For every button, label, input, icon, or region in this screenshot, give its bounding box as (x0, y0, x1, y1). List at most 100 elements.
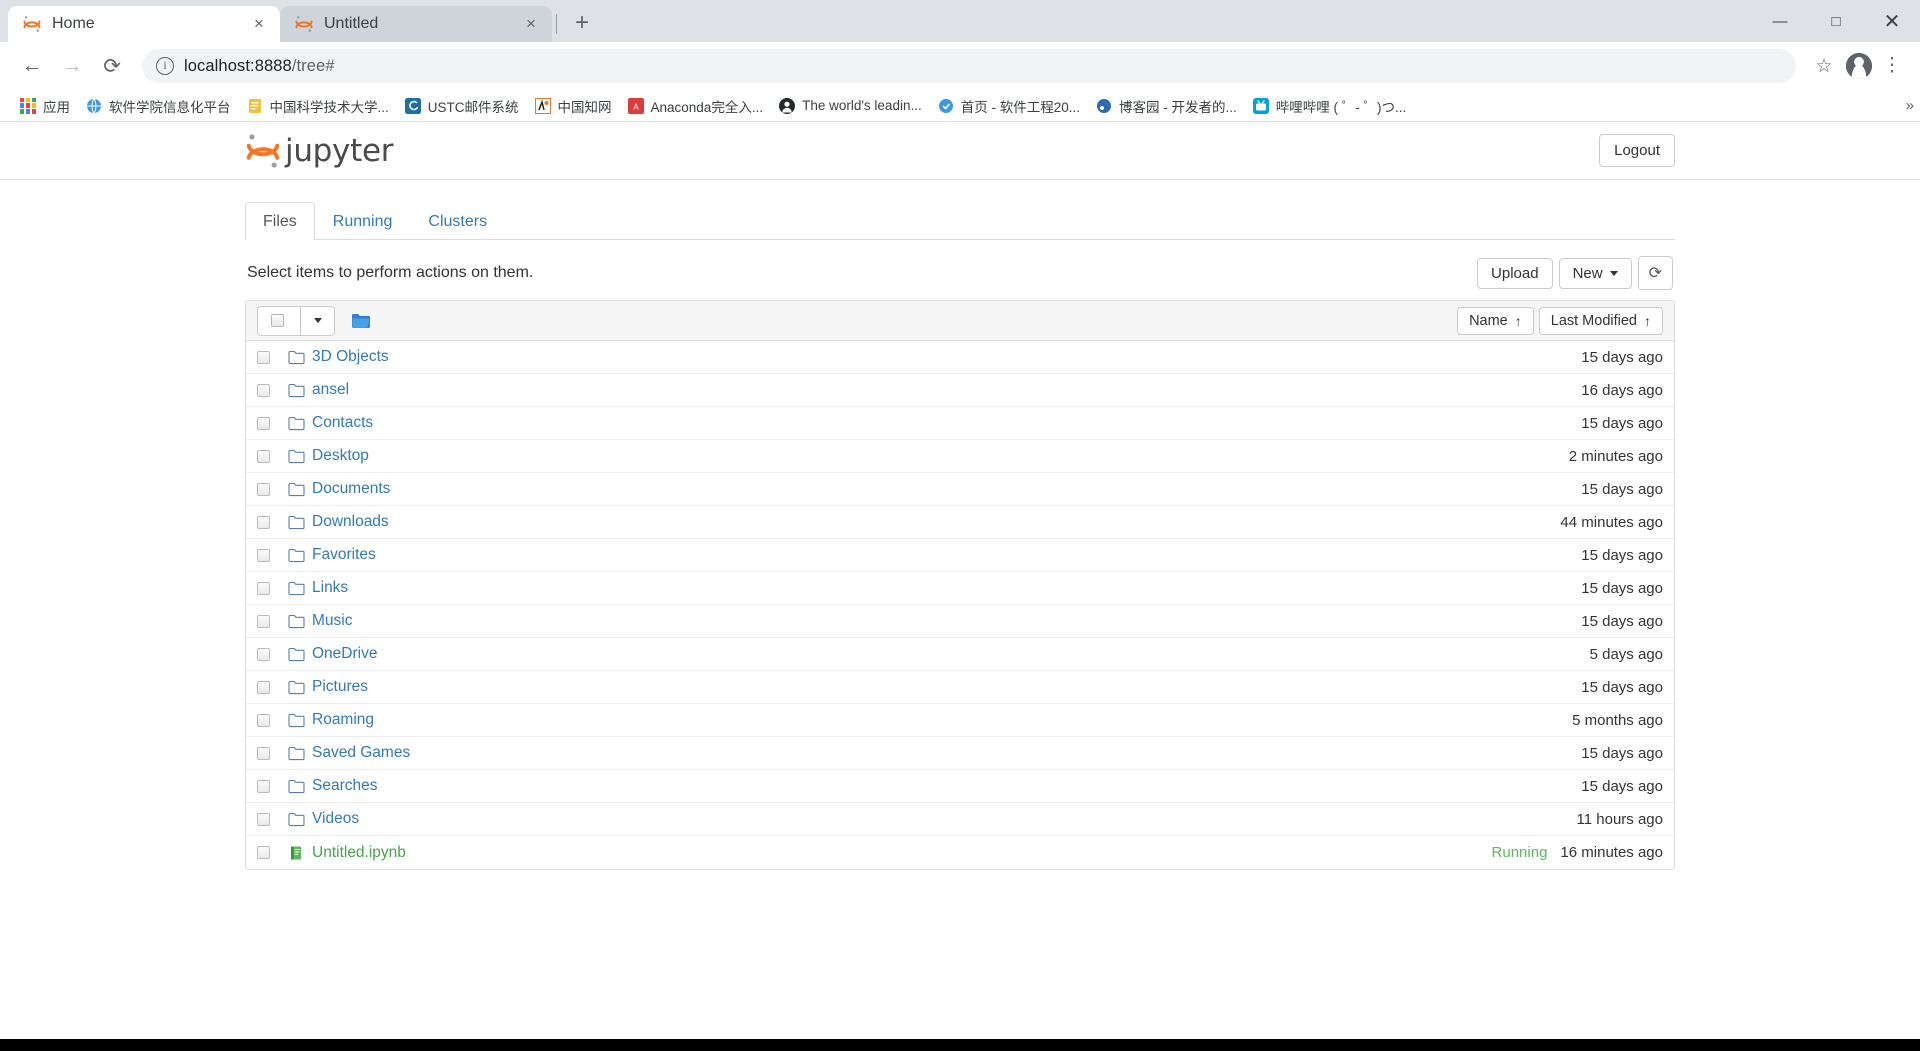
forward-icon[interactable]: → (54, 48, 90, 84)
close-icon[interactable]: × (520, 13, 542, 35)
bookmark-cnblogs[interactable]: 博客园 - 开发者的... (1088, 93, 1245, 119)
row-item-name[interactable]: Contacts (312, 414, 373, 432)
row-last-modified: 5 months ago (1572, 711, 1663, 729)
table-row[interactable]: Videos 11 hours ago (246, 803, 1674, 836)
row-checkbox[interactable] (257, 383, 270, 397)
row-checkbox[interactable] (257, 846, 270, 859)
table-row[interactable]: Untitled.ipynb Running 16 minutes ago (246, 836, 1674, 869)
bookmark-github[interactable]: The world's leadin... (771, 95, 930, 117)
bookmark-apps[interactable]: 应用 (12, 93, 78, 119)
close-icon[interactable]: × (248, 13, 270, 35)
sort-by-name-button[interactable]: Name ↑ (1457, 306, 1534, 335)
close-window-icon[interactable]: ✕ (1864, 0, 1920, 42)
row-item-name[interactable]: Music (312, 612, 352, 630)
row-checkbox[interactable] (257, 647, 270, 661)
row-checkbox[interactable] (257, 680, 270, 694)
table-row[interactable]: Desktop 2 minutes ago (246, 440, 1674, 473)
table-row[interactable]: ansel 16 days ago (246, 374, 1674, 407)
browser-tab-home[interactable]: Home × (8, 6, 280, 42)
folder-blue-icon[interactable] (351, 312, 371, 329)
row-item-name[interactable]: Untitled.ipynb (312, 844, 406, 862)
table-row[interactable]: Searches 15 days ago (246, 770, 1674, 803)
row-checkbox[interactable] (257, 812, 270, 826)
select-dropdown-button[interactable] (301, 305, 335, 336)
tab-files[interactable]: Files (245, 202, 315, 240)
sort-by-last-modified-button[interactable]: Last Modified ↑ (1538, 306, 1663, 335)
address-bar[interactable]: i localhost:8888/tree# (142, 49, 1796, 83)
table-row[interactable]: Documents 15 days ago (246, 473, 1674, 506)
page-info-icon[interactable]: i (156, 57, 174, 75)
row-item-name[interactable]: Desktop (312, 447, 369, 465)
table-row[interactable]: Music 15 days ago (246, 605, 1674, 638)
row-item-name[interactable]: Documents (312, 480, 390, 498)
table-row[interactable]: Roaming 5 months ago (246, 704, 1674, 737)
tab-strip: Home × Untitled × + — □ ✕ (0, 0, 1920, 42)
bookmark-bilibili[interactable]: 哔哩哔哩 ( ゜- ゜)つ... (1245, 93, 1415, 119)
reload-icon[interactable]: ⟳ (94, 48, 130, 84)
row-item-name[interactable]: 3D Objects (312, 348, 389, 366)
table-row[interactable]: 3D Objects 15 days ago (246, 341, 1674, 374)
new-button[interactable]: New (1558, 257, 1632, 289)
browser-tab-untitled[interactable]: Untitled × (280, 6, 552, 42)
row-item-name[interactable]: Links (312, 579, 348, 597)
row-checkbox[interactable] (257, 449, 270, 463)
row-item-name[interactable]: Videos (312, 810, 359, 828)
table-row[interactable]: Pictures 15 days ago (246, 671, 1674, 704)
row-checkbox[interactable] (257, 548, 270, 562)
checkbox-icon (271, 314, 284, 327)
row-item-name[interactable]: OneDrive (312, 645, 377, 663)
profile-avatar[interactable] (1846, 53, 1872, 79)
row-checkbox[interactable] (257, 350, 270, 364)
row-last-modified: 15 days ago (1581, 414, 1663, 432)
upload-button[interactable]: Upload (1477, 257, 1553, 289)
row-item-name[interactable]: Saved Games (312, 744, 410, 762)
jupyter-icon (294, 14, 314, 34)
row-checkbox[interactable] (257, 581, 270, 595)
table-row[interactable]: Links 15 days ago (246, 572, 1674, 605)
minimize-icon[interactable]: — (1752, 0, 1808, 42)
status-badge: Running (1491, 844, 1548, 861)
tab-clusters[interactable]: Clusters (410, 202, 505, 240)
select-all-checkbox[interactable] (257, 305, 301, 336)
chrome-menu-icon[interactable]: ⋮ (1878, 56, 1906, 75)
screen-bottom-bar (0, 1039, 1920, 1051)
row-checkbox[interactable] (257, 713, 270, 727)
bookmark-cnki[interactable]: 中国知网 (527, 93, 620, 119)
row-checkbox[interactable] (257, 416, 270, 430)
row-checkbox[interactable] (257, 482, 270, 496)
table-row[interactable]: Favorites 15 days ago (246, 539, 1674, 572)
row-item-name[interactable]: Pictures (312, 678, 368, 696)
bookmark-ruanjian-xueyuan[interactable]: 软件学院信息化平台 (78, 93, 239, 119)
bookmark-shouye-ruanjian[interactable]: 首页 - 软件工程20... (930, 93, 1088, 119)
url-text: localhost:8888/tree# (184, 57, 335, 76)
table-row[interactable]: Saved Games 15 days ago (246, 737, 1674, 770)
row-checkbox[interactable] (257, 779, 270, 793)
row-item-name[interactable]: Downloads (312, 513, 389, 531)
file-list-header-left (257, 305, 371, 336)
table-row[interactable]: Contacts 15 days ago (246, 407, 1674, 440)
jupyter-logo[interactable]: jupyter (245, 131, 393, 171)
bookmark-ustc-mail[interactable]: USTC邮件系统 (397, 93, 527, 119)
bookmark-anaconda[interactable]: A Anaconda完全入... (620, 93, 772, 119)
bookmark-ustc[interactable]: 中国科学技术大学... (239, 93, 397, 119)
row-checkbox[interactable] (257, 515, 270, 529)
row-checkbox[interactable] (257, 614, 270, 628)
row-item-name[interactable]: Searches (312, 777, 377, 795)
row-item-name[interactable]: ansel (312, 381, 349, 399)
tab-running[interactable]: Running (315, 202, 411, 240)
bookmark-star-icon[interactable]: ☆ (1808, 55, 1840, 78)
bookmarks-overflow-icon[interactable]: » (1906, 97, 1914, 114)
row-item-name[interactable]: Roaming (312, 711, 374, 729)
file-list-header: Name ↑ Last Modified ↑ (246, 301, 1674, 341)
refresh-button[interactable]: ⟳ (1637, 256, 1673, 290)
github-icon (779, 97, 796, 114)
maximize-icon[interactable]: □ (1808, 0, 1864, 42)
new-tab-button[interactable]: + (565, 6, 599, 40)
table-row[interactable]: Downloads 44 minutes ago (246, 506, 1674, 539)
back-icon[interactable]: ← (14, 48, 50, 84)
browser-tab-title: Untitled (324, 15, 379, 32)
row-item-name[interactable]: Favorites (312, 546, 376, 564)
row-checkbox[interactable] (257, 746, 270, 760)
table-row[interactable]: OneDrive 5 days ago (246, 638, 1674, 671)
logout-button[interactable]: Logout (1599, 134, 1675, 167)
